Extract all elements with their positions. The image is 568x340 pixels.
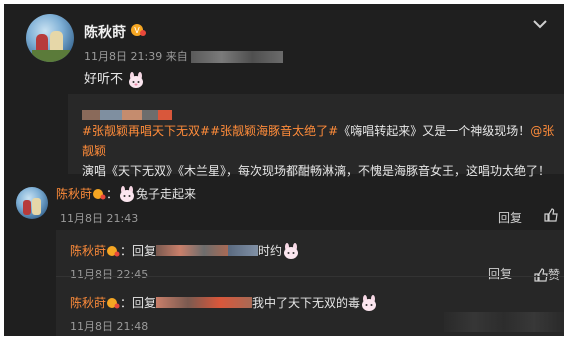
- post-username[interactable]: 陈秋莳: [84, 22, 126, 42]
- comment-time: 11月8日 21:48: [70, 320, 149, 333]
- comment-username[interactable]: 陈秋莳: [70, 296, 106, 310]
- like-label: 赞: [548, 268, 561, 282]
- comment-text: 我中了天下无双的毒: [252, 296, 361, 310]
- svg-text:V: V: [134, 26, 140, 35]
- divider: [56, 276, 564, 277]
- repost-text-line2: 演唱《天下无双》《木兰星》，每次现场都酣畅淋漓，不愧是海豚音女王，这唱功太绝了！: [82, 164, 551, 178]
- comment-time: 11月8日 21:43: [60, 212, 139, 225]
- reply-prefix: ：回复: [120, 296, 157, 310]
- redacted-watermark: [444, 312, 564, 332]
- reply-prefix: ：回复: [120, 244, 157, 258]
- bunny-emoji-icon: [129, 71, 144, 88]
- bunny-emoji-icon: [362, 294, 377, 311]
- redacted-source: [191, 51, 284, 63]
- redacted-mention: [156, 245, 229, 256]
- post-date: 11月8日 21:39 来自: [84, 50, 188, 63]
- avatar-figure: [23, 200, 31, 215]
- chevron-down-icon[interactable]: [532, 18, 548, 30]
- avatar-figure: [32, 198, 41, 215]
- vip-badge-icon: V: [131, 24, 146, 36]
- comment-text: 兔子走起来: [136, 187, 197, 201]
- vip-badge-icon: [107, 297, 120, 308]
- comment-text: 时约: [258, 244, 283, 258]
- redacted-mention: [228, 245, 259, 256]
- reply-button[interactable]: 回复: [488, 265, 512, 282]
- post-meta: 11月8日 21:39 来自: [84, 48, 284, 64]
- avatar-ground: [32, 50, 70, 62]
- hashtag-link[interactable]: #张靓颖海豚音太绝了#: [210, 124, 338, 138]
- post-body: 好听不: [84, 68, 145, 88]
- vip-badge-icon: [93, 188, 106, 199]
- bunny-emoji-icon: [284, 242, 299, 259]
- redacted-repost-user: [82, 104, 182, 120]
- thumbs-up-icon[interactable]: [544, 208, 558, 222]
- repost-text: #张靓颖再唱天下无双##张靓颖海豚音太绝了#《嗨唱转起来》又是一个神级现场！@张…: [82, 121, 558, 181]
- sub-reply-row: 陈秋莳 ：回复 时约: [70, 240, 300, 259]
- post-avatar[interactable]: [26, 14, 74, 62]
- hashtag-link[interactable]: #张靓颖再唱天下无双#: [82, 124, 210, 138]
- colon: ：: [106, 187, 119, 201]
- repost-card[interactable]: #张靓颖再唱天下无双##张靓颖海豚音太绝了#《嗨唱转起来》又是一个神级现场！@张…: [68, 94, 564, 178]
- weibo-post-frame: 陈秋莳 V 11月8日 21:39 来自 好听不 #张靓颖再唱天下无双##张靓颖…: [4, 4, 564, 336]
- thumbs-up-icon: [534, 267, 548, 282]
- bunny-emoji-icon: [120, 185, 135, 202]
- redacted-mention: [156, 297, 253, 308]
- comment-username[interactable]: 陈秋莳: [56, 187, 92, 201]
- vip-badge-icon: [107, 245, 120, 256]
- comment-username[interactable]: 陈秋莳: [70, 244, 106, 258]
- comment-row: 陈秋莳 ： 兔子走起来: [56, 183, 196, 202]
- post-text: 好听不: [84, 72, 124, 87]
- comment-avatar[interactable]: [16, 187, 48, 219]
- repost-text-part: 《嗨唱转起来》又是一个神级现场！: [338, 124, 531, 138]
- sub-reply-row: 陈秋莳 ：回复 我中了天下无双的毒: [70, 292, 378, 311]
- comment-time: 11月8日 22:45: [70, 268, 149, 281]
- reply-button[interactable]: 回复: [498, 209, 522, 226]
- like-button[interactable]: 赞: [534, 264, 560, 283]
